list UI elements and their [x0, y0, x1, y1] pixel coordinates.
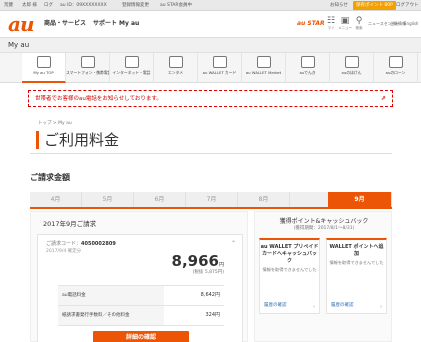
- chevron-right-icon: ›: [380, 304, 382, 310]
- table-row: 紙請求書発行手数料／その他料金 324円: [58, 306, 224, 326]
- billing-code-value: 4050002809: [81, 241, 116, 247]
- service-myau-top[interactable]: My au TOP: [22, 53, 66, 83]
- bill-breakdown-table: au電話料金 8,642円 紙請求書発行手数料／その他料金 324円: [58, 285, 224, 326]
- detail-button[interactable]: 詳細の確認: [93, 331, 189, 342]
- bill-date: 2017/9/4 確定分: [46, 249, 82, 254]
- market-icon: [256, 56, 271, 68]
- service-nav: My au TOP スマートフォン・携帯電話 インターネット・電話 エンタメ a…: [0, 53, 421, 83]
- table-row: au電話料金 8,642円: [58, 286, 224, 306]
- breadcrumb[interactable]: トップ > My au: [38, 121, 72, 127]
- service-wallet-card[interactable]: au WALLET カード: [198, 53, 242, 83]
- tab-month-7[interactable]: 7月: [186, 192, 238, 207]
- tab-month-5[interactable]: 5月: [82, 192, 134, 207]
- chevron-right-icon: ›: [313, 304, 315, 310]
- tab-month-9[interactable]: 9月: [328, 192, 392, 207]
- billing-code: ご請求コード：4050002809: [46, 241, 116, 247]
- au-logo[interactable]: au: [8, 14, 34, 34]
- prepaid-cashback-card: au WALLET プリペイドカードへキャッシュバック 情報を取得できませんでし…: [259, 238, 320, 314]
- alert-text: 世帯者でお客様のau電話をお知らせしております。: [35, 96, 162, 102]
- service-loan[interactable]: auのローン: [374, 53, 418, 83]
- user-name-first: 荒健: [4, 3, 13, 8]
- chevron-up-icon[interactable]: ⌃: [231, 241, 236, 247]
- card-title: WALLET ポイントへ追加: [329, 244, 384, 257]
- card-desc: 情報を取得できませんでした: [329, 260, 384, 265]
- internet-icon: [124, 56, 139, 68]
- austar-link[interactable]: au STAR: [297, 20, 325, 28]
- global-header: au 商品・サービス サポート My au au STAR ☷ マイ ▣ メニュー …: [0, 11, 421, 38]
- nav-myau[interactable]: My au: [119, 20, 139, 28]
- electricity-icon: [300, 56, 315, 68]
- nav-products[interactable]: 商品・サービス: [44, 20, 86, 28]
- search-icon[interactable]: ⚲ 検索: [352, 16, 366, 32]
- section-title: ご請求金額: [30, 173, 70, 182]
- history-link[interactable]: 履歴の確認: [264, 303, 287, 309]
- service-denki[interactable]: auでんき: [286, 53, 330, 83]
- cart-icon[interactable]: ▣ メニュー: [338, 16, 352, 32]
- history-link[interactable]: 履歴の確認: [331, 303, 354, 309]
- points-badge[interactable]: 保有ポイント 80P: [353, 1, 396, 10]
- title-divider: [30, 153, 392, 154]
- logout-link[interactable]: ログアウト: [396, 1, 419, 10]
- bill-card: 2017年9月ご請求 ご請求コード：4050002809 2017/9/4 確定…: [30, 211, 248, 342]
- register-change-link[interactable]: 登録情報変更: [122, 1, 149, 10]
- row-label: au電話料金: [58, 286, 164, 305]
- month-tabs-underline: [30, 207, 392, 209]
- bill-header: 2017年9月ご請求: [43, 220, 97, 228]
- card-icon: [212, 56, 227, 68]
- service-wallet-market[interactable]: au WALLET Market: [242, 53, 286, 83]
- tab-month-8[interactable]: 8月: [238, 192, 290, 207]
- myau-label: My au: [8, 41, 30, 49]
- service-smartphone[interactable]: スマートフォン・携帯電話: [66, 53, 110, 83]
- home-icon: [36, 56, 51, 68]
- points-title: 獲得ポイント&キャッシュバック: [279, 218, 369, 225]
- tax-note: (税抜 5,875円): [192, 270, 224, 275]
- myau-band: My au: [0, 38, 421, 53]
- tab-month-6[interactable]: 6月: [134, 192, 186, 207]
- loan-icon: [388, 56, 403, 68]
- service-hoken[interactable]: auのほけん: [330, 53, 374, 83]
- page-title: ご利用料金: [36, 131, 119, 149]
- wallet-point-card: WALLET ポイントへ追加 情報を取得できませんでした 履歴の確認 ›: [326, 238, 387, 314]
- logout-short-link[interactable]: ログ: [44, 1, 53, 10]
- row-value: 324円: [205, 312, 220, 318]
- nav-support[interactable]: サポート: [93, 20, 117, 28]
- notice-link[interactable]: お知らせ: [330, 1, 348, 10]
- row-value: 8,642円: [200, 292, 220, 298]
- user-name-last: 太郎 様: [22, 3, 37, 8]
- english-link[interactable]: English: [404, 21, 418, 27]
- month-tabs: 4月 5月 6月 7月 8月 9月: [30, 192, 392, 207]
- my-menu-icon[interactable]: ☷ マイ: [324, 16, 338, 32]
- bill-inner: ご請求コード：4050002809 2017/9/4 確定分 ⌃ 8,966円 …: [37, 234, 243, 342]
- external-link-icon: ⇗: [380, 95, 386, 102]
- account-bar: 荒健 太郎 様 ログ au ID：09XXXXXXXX 登録情報変更 au ST…: [0, 0, 421, 11]
- points-panel: 獲得ポイント&キャッシュバック (獲得期間：2017/8/1〜8/31) au …: [254, 211, 392, 342]
- tab-month-4[interactable]: 4月: [30, 192, 82, 207]
- service-entertainment[interactable]: エンタメ: [154, 53, 198, 83]
- card-desc: 情報を取得できませんでした: [262, 267, 317, 272]
- alert-banner[interactable]: 世帯者でお客様のau電話をお知らせしております。 ⇗: [28, 90, 393, 107]
- points-period: (獲得期間：2017/8/1〜8/31): [293, 226, 355, 231]
- amount-unit: 円: [218, 262, 224, 268]
- card-title: au WALLET プリペイドカードへキャッシュバック: [260, 244, 319, 264]
- phone-icon: [80, 56, 95, 68]
- entertainment-icon: [168, 56, 183, 68]
- insurance-icon: [344, 56, 359, 68]
- service-internet[interactable]: インターネット・電話: [110, 53, 154, 83]
- austar-member-text: au STAR会員中: [160, 3, 193, 8]
- au-id-text: au ID：09XXXXXXXX: [60, 3, 107, 8]
- row-label: 紙請求書発行手数料／その他料金: [58, 306, 164, 325]
